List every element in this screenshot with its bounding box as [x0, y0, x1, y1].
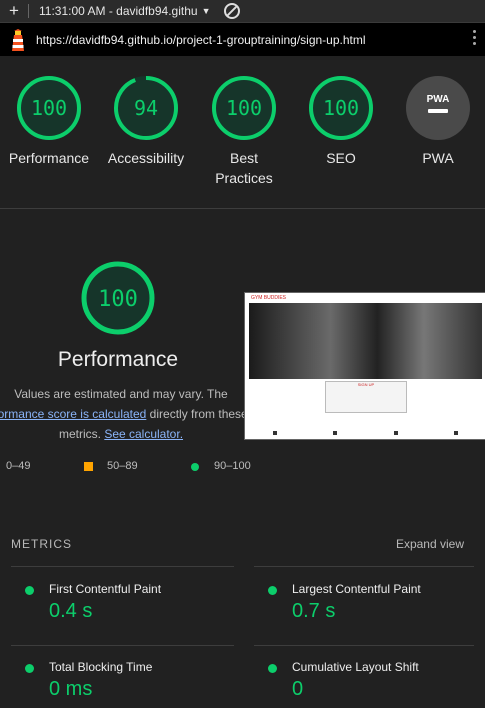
pwa-badge-icon: PWA: [406, 76, 470, 140]
performance-score: 100: [98, 287, 138, 312]
gauge-label-line2: Practices: [215, 170, 273, 186]
gauge-label-line1: Best: [229, 150, 258, 166]
expand-view-button[interactable]: Expand view: [396, 537, 464, 551]
desc-text-1: Values are estimated and may vary. The: [14, 387, 228, 401]
desc-text-2: directly from these: [146, 407, 248, 421]
divider: [11, 645, 234, 646]
pass-dot-icon: [25, 664, 34, 673]
gauge-label: Accessibility: [107, 150, 185, 166]
metric-name: First Contentful Paint: [49, 582, 162, 596]
gauge-label: PWA: [422, 150, 454, 166]
divider: [254, 566, 474, 567]
thumbnail-brand: GYM BUDDIES: [245, 293, 485, 303]
see-calculator-link[interactable]: See calculator.: [104, 427, 183, 441]
legend-average: 50–89: [107, 460, 138, 472]
thumbnail-hero-image: [249, 303, 482, 379]
gauge-label: SEO: [326, 150, 356, 166]
gauge-score: 100: [323, 96, 359, 120]
gauge-score: 100: [226, 96, 262, 120]
average-square-icon: [84, 462, 93, 471]
desc-text-3: metrics.: [58, 427, 105, 441]
gauge-seo[interactable]: 100 SEO: [291, 74, 391, 168]
final-screenshot-thumbnail[interactable]: GYM BUDDIES SIGN UP: [244, 292, 485, 440]
gauge-score: 94: [134, 96, 158, 120]
metric-value: 0 ms: [49, 678, 93, 700]
tab-separator: [28, 4, 29, 18]
metric-value: 0.4 s: [49, 600, 93, 622]
gauge-accessibility[interactable]: 94 Accessibility: [96, 74, 196, 168]
address-bar: https://davidfb94.github.io/project-1-gr…: [0, 23, 485, 56]
browser-tab-bar: + 11:31:00 AM - davidfb94.githu ▼: [0, 0, 485, 23]
pass-dot-icon: [25, 586, 34, 595]
new-tab-icon[interactable]: +: [0, 1, 28, 21]
divider: [11, 566, 234, 567]
legend-pass: 90–100: [214, 460, 251, 472]
gauge-performance[interactable]: 100 Performance: [0, 74, 99, 168]
performance-description: Values are estimated and may vary. The f…: [0, 384, 252, 444]
gauge-score: 100: [31, 96, 67, 120]
lighthouse-icon: [0, 28, 36, 51]
tab-title[interactable]: 11:31:00 AM - davidfb94.githu: [39, 4, 198, 18]
performance-title: Performance: [57, 348, 179, 371]
legend-fail: 0–49: [6, 460, 31, 472]
pwa-badge-text: PWA: [427, 94, 450, 105]
thumbnail-footer-icons: [245, 431, 485, 435]
metric-value: 0.7 s: [292, 600, 336, 622]
gauge-best-practices[interactable]: 100 Best Practices: [194, 74, 294, 188]
blocked-icon[interactable]: [224, 3, 241, 19]
metric-name: Total Blocking Time: [49, 660, 153, 674]
pass-dot-icon: [268, 664, 277, 673]
score-calculated-link[interactable]: formance score is calculated: [0, 407, 146, 421]
thumbnail-form: SIGN UP: [325, 381, 407, 413]
gauge-label: Performance: [8, 150, 90, 166]
metric-value: 0: [292, 678, 304, 700]
category-gauges: 100 Performance 94 Accessibility 100 Bes…: [0, 56, 485, 209]
pass-dot-icon: [191, 463, 199, 471]
metric-name: Largest Contentful Paint: [292, 582, 421, 596]
gauge-pwa[interactable]: PWA PWA: [388, 74, 485, 168]
divider: [254, 645, 474, 646]
score-legend: 0–49 50–89 90–100: [0, 460, 485, 476]
more-options-icon[interactable]: [473, 30, 477, 45]
metrics-heading: METRICS: [11, 537, 72, 551]
gauge-label: Best Practices: [194, 148, 294, 188]
chevron-down-icon[interactable]: ▼: [202, 6, 211, 16]
pass-dot-icon: [268, 586, 277, 595]
performance-big-gauge: 100: [80, 260, 156, 341]
page-url[interactable]: https://davidfb94.github.io/project-1-gr…: [36, 33, 366, 47]
metric-name: Cumulative Layout Shift: [292, 660, 419, 674]
